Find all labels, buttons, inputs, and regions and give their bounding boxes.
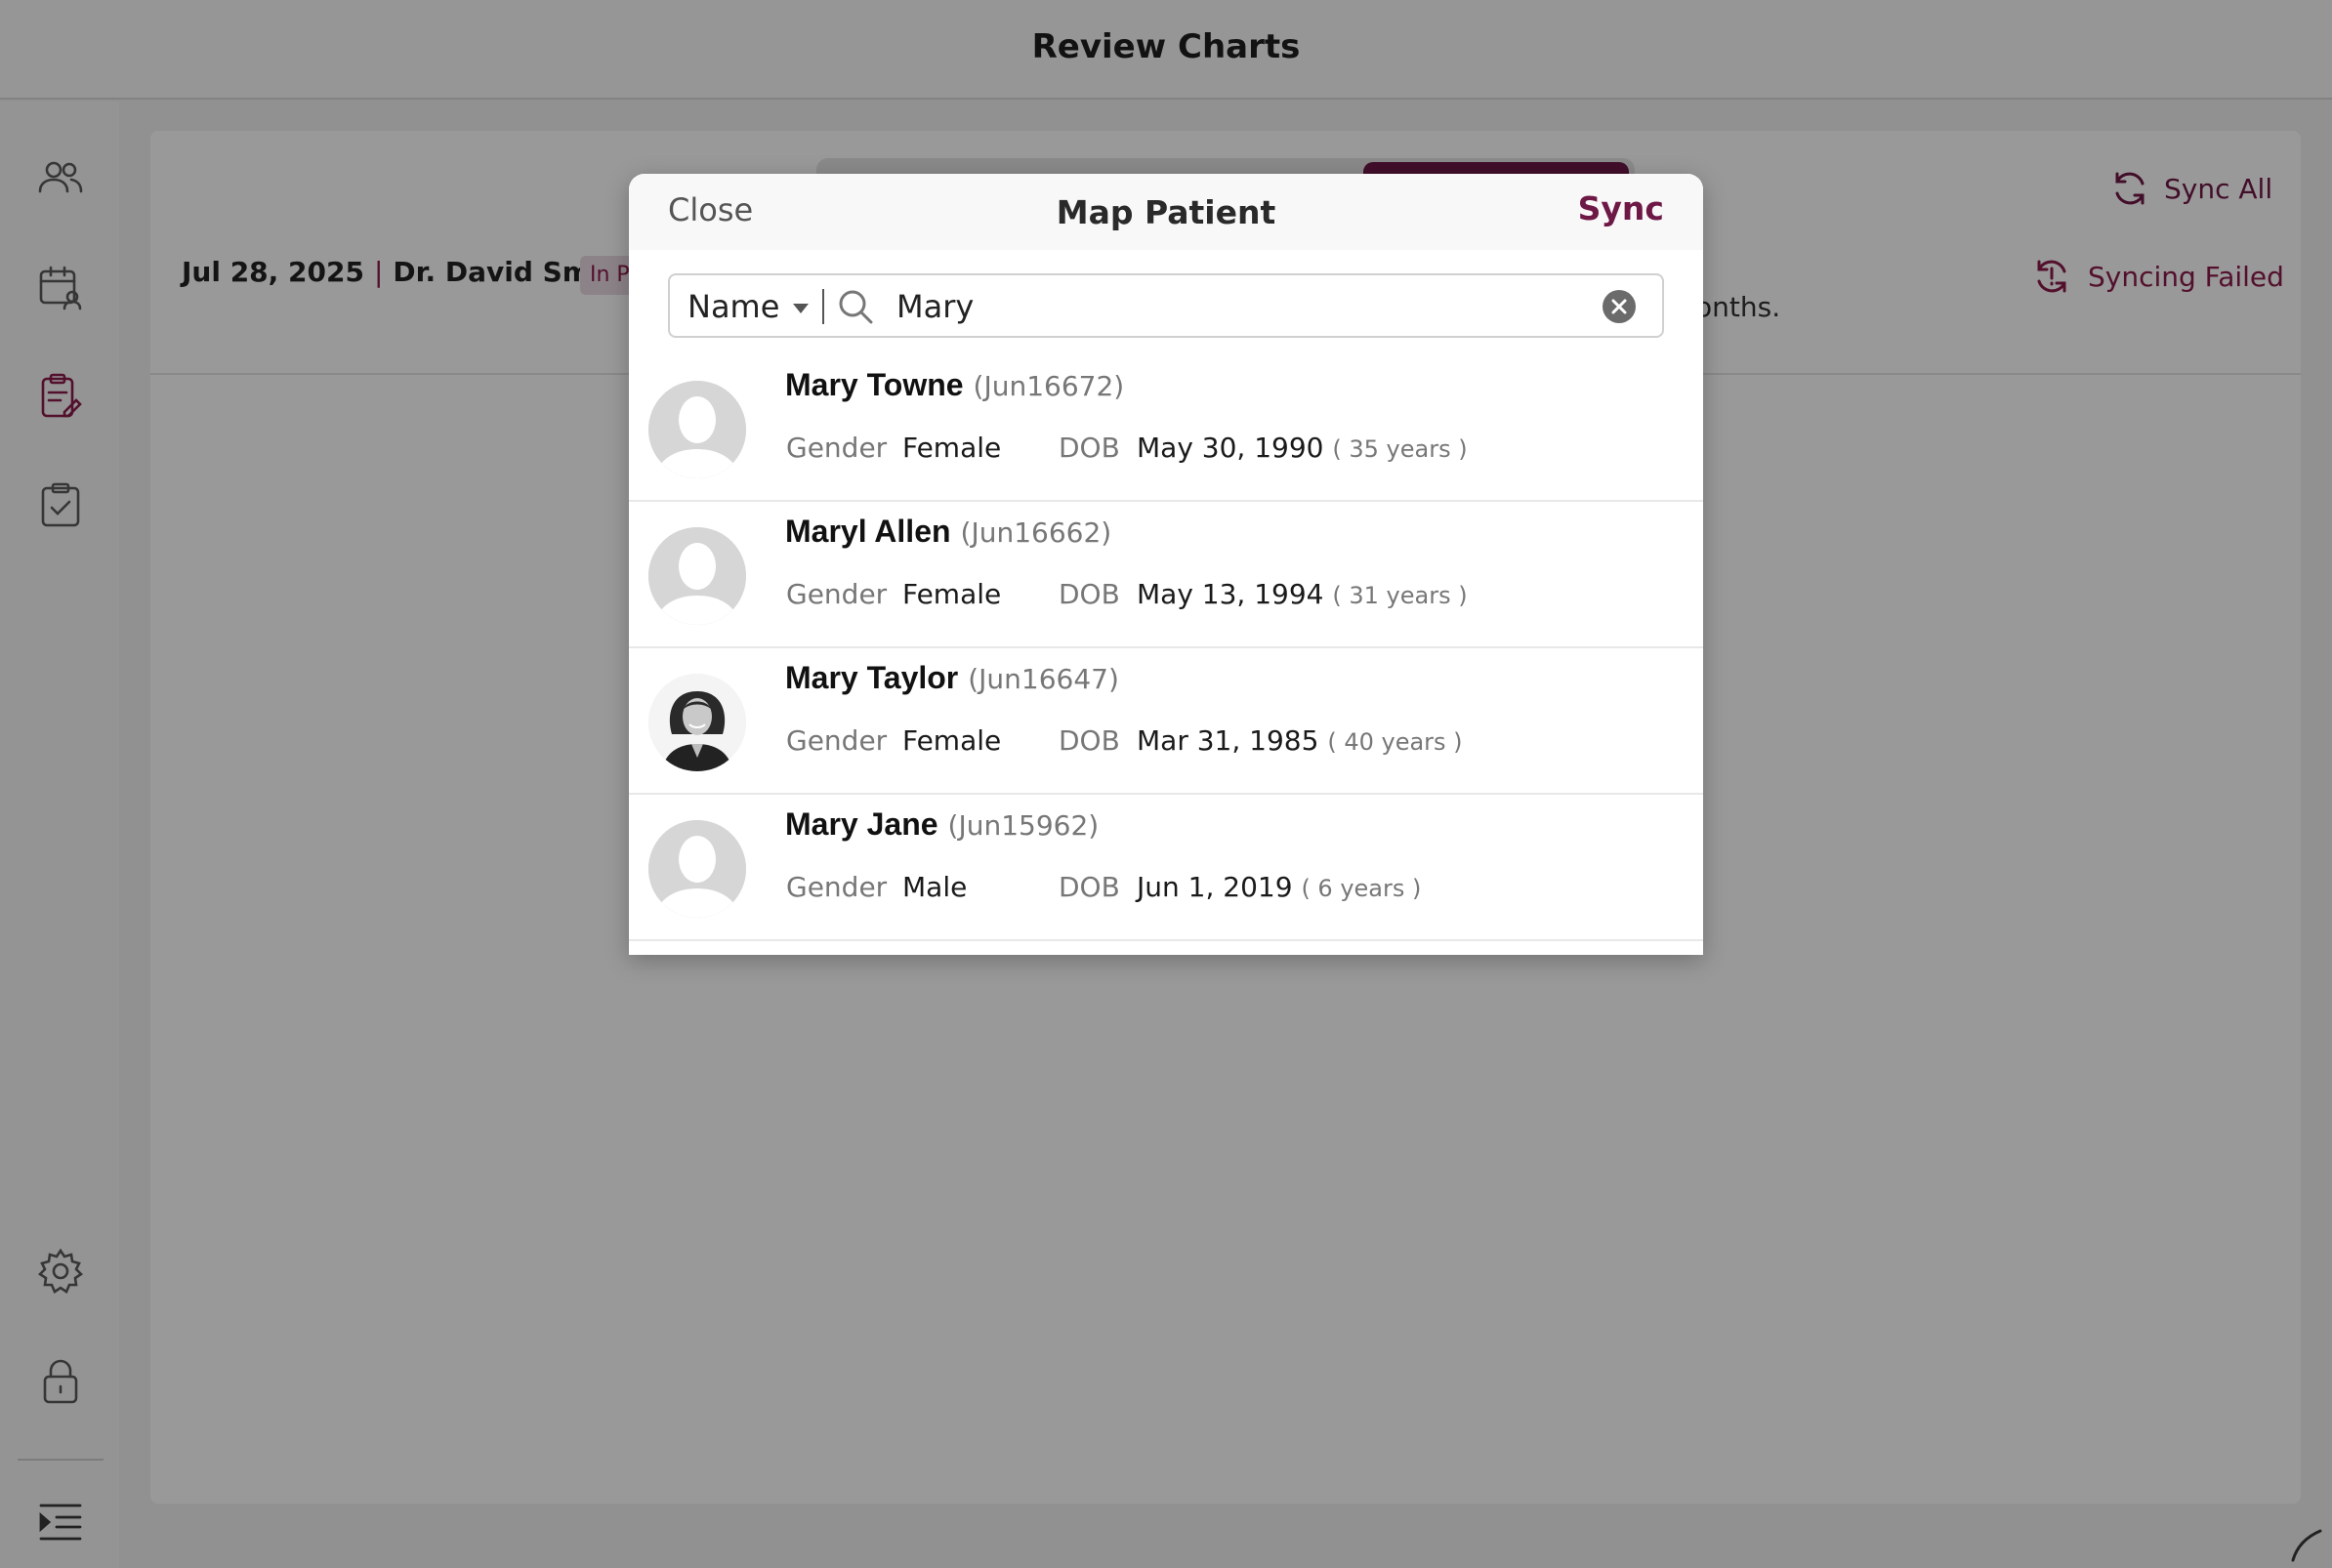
patient-row[interactable]: Mary Jane (Jun15962) Gender Male DOB Jun … (629, 795, 1703, 941)
dob-field: May 30, 1990 ( 35 years ) (1137, 432, 1468, 464)
age-value: ( 6 years ) (1301, 875, 1422, 902)
caret-down-icon (793, 304, 810, 313)
patient-photo-icon (648, 674, 746, 771)
patient-name: Maryl Allen (Jun16662) (785, 514, 1111, 550)
dob-field: Jun 1, 2019 ( 6 years ) (1137, 871, 1421, 903)
dob-field: May 13, 1994 ( 31 years ) (1137, 578, 1468, 610)
avatar (648, 381, 746, 478)
patient-name-text: Mary Taylor (785, 660, 959, 695)
gender-value: Female (902, 578, 1002, 610)
search-divider (822, 289, 824, 324)
avatar (648, 674, 746, 771)
default-avatar-icon (648, 527, 746, 625)
gender-value: Female (902, 724, 1002, 757)
gender-value: Female (902, 432, 1002, 464)
patient-name: Mary Towne (Jun16672) (785, 367, 1124, 403)
avatar (648, 527, 746, 625)
sync-button[interactable]: Sync (1578, 189, 1664, 227)
dob-value: Mar 31, 1985 (1137, 724, 1319, 757)
modal-title: Map Patient (1056, 193, 1276, 231)
patient-id: (Jun15962) (947, 809, 1100, 842)
patient-row[interactable]: Mary Towne (Jun16672) Gender Female DOB M… (629, 355, 1703, 502)
patient-id: (Jun16647) (968, 663, 1119, 695)
patient-row[interactable]: Maryl Allen (Jun16662) Gender Female DOB … (629, 502, 1703, 648)
patient-name-text: Mary Jane (785, 806, 938, 842)
gender-label: Gender (786, 724, 888, 757)
patient-id: (Jun16672) (973, 370, 1125, 402)
patient-name-text: Maryl Allen (785, 514, 951, 549)
default-avatar-icon (648, 820, 746, 918)
dob-value: May 13, 1994 (1137, 578, 1324, 610)
search-filter-select[interactable]: Name (687, 287, 810, 326)
dob-label: DOB (1059, 724, 1120, 757)
gender-label: Gender (786, 871, 888, 903)
dob-value: May 30, 1990 (1137, 432, 1324, 464)
gender-label: Gender (786, 578, 888, 610)
gender-label: Gender (786, 432, 888, 464)
patient-id: (Jun16662) (960, 516, 1112, 549)
patient-row[interactable]: Mary Taylor (Jun16647) Gender Female DOB … (629, 648, 1703, 795)
modal-header: Close Map Patient Sync (629, 174, 1703, 250)
age-value: ( 35 years ) (1332, 435, 1468, 463)
gender-value: Male (902, 871, 968, 903)
patient-results-list: Mary Towne (Jun16672) Gender Female DOB M… (629, 355, 1703, 941)
search-icon (839, 290, 873, 324)
patient-name: Mary Jane (Jun15962) (785, 806, 1099, 843)
search-bar: Name (668, 273, 1664, 338)
close-button[interactable]: Close (668, 191, 753, 228)
avatar (648, 820, 746, 918)
map-patient-modal: Close Map Patient Sync Name Mary Mary To… (629, 174, 1703, 955)
dob-field: Mar 31, 1985 ( 40 years ) (1137, 724, 1463, 757)
dob-label: DOB (1059, 871, 1120, 903)
age-value: ( 40 years ) (1327, 728, 1463, 756)
default-avatar-icon (648, 381, 746, 478)
clear-search-icon[interactable] (1602, 289, 1637, 324)
age-value: ( 31 years ) (1332, 582, 1468, 609)
dob-label: DOB (1059, 432, 1120, 464)
patient-name-text: Mary Towne (785, 367, 964, 402)
search-filter-value: Name (687, 288, 780, 325)
patient-name: Mary Taylor (Jun16647) (785, 660, 1119, 696)
dob-value: Jun 1, 2019 (1137, 871, 1293, 903)
dob-label: DOB (1059, 578, 1120, 610)
resize-handle-icon (2291, 1529, 2322, 1562)
search-input[interactable] (896, 283, 1580, 330)
